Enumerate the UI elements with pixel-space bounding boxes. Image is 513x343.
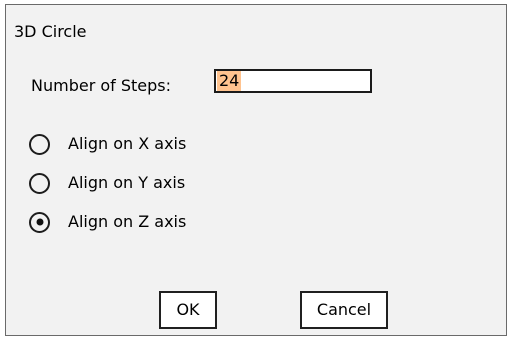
radio-button-x-axis[interactable]: [29, 133, 50, 155]
radio-button-z-axis[interactable]: [29, 211, 50, 233]
number-of-steps-input[interactable]: 24: [214, 69, 372, 93]
radio-option-y-axis[interactable]: Align on Y axis: [29, 171, 185, 195]
3d-circle-dialog: 3D Circle Number of Steps: 24 Align on X…: [5, 4, 507, 336]
ok-button[interactable]: OK: [159, 291, 217, 329]
number-of-steps-value: 24: [217, 71, 242, 91]
selected-radio-indicator: [36, 218, 43, 226]
radio-option-x-axis[interactable]: Align on X axis: [29, 132, 186, 156]
radio-label-y-axis: Align on Y axis: [68, 173, 186, 192]
dialog-title: 3D Circle: [14, 22, 87, 41]
radio-label-z-axis: Align on Z axis: [68, 212, 187, 231]
radio-option-z-axis[interactable]: Align on Z axis: [29, 210, 186, 234]
cancel-button[interactable]: Cancel: [300, 291, 388, 329]
radio-label-x-axis: Align on X axis: [68, 134, 187, 153]
radio-button-y-axis[interactable]: [29, 172, 50, 194]
number-of-steps-label: Number of Steps:: [31, 76, 172, 95]
